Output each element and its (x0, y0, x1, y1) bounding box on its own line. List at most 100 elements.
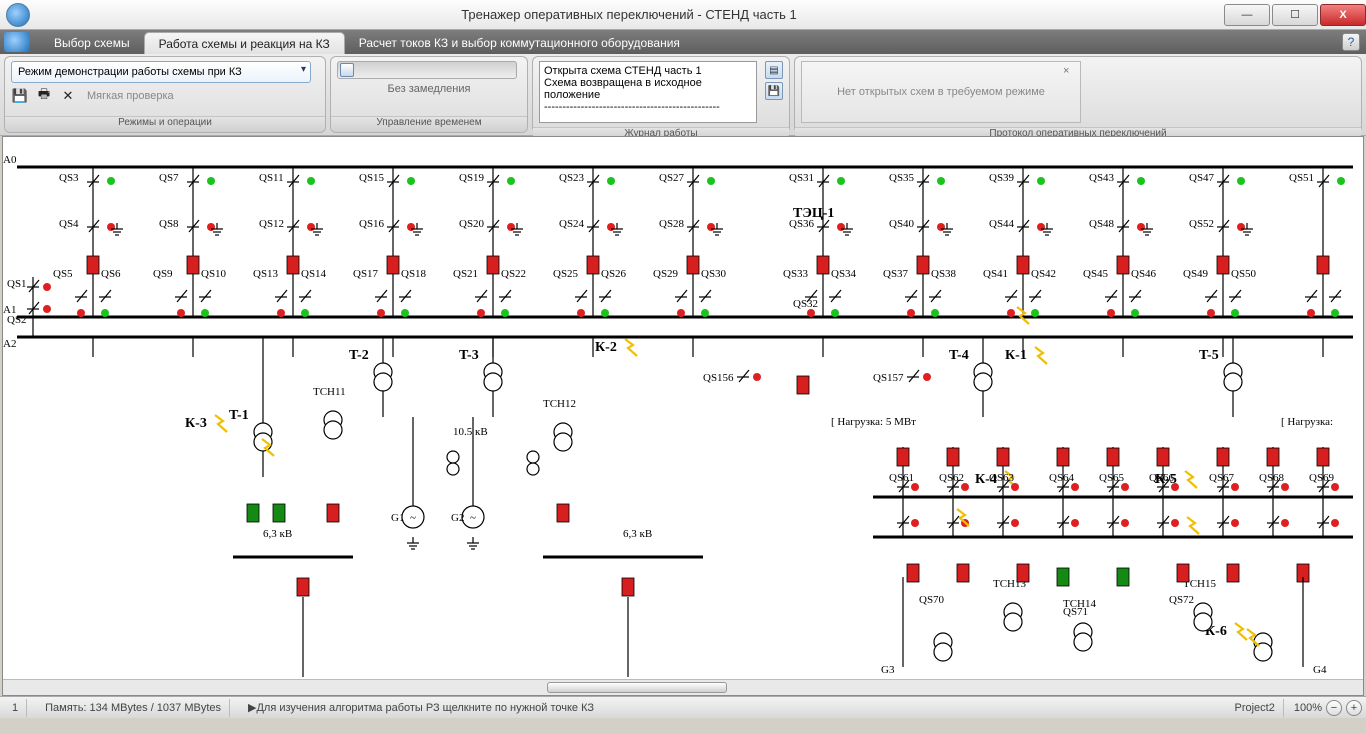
svg-text:QS30: QS30 (701, 268, 727, 280)
svg-text:QS65: QS65 (1099, 472, 1125, 484)
svg-text:QS62: QS62 (939, 472, 964, 484)
tab-scheme-select[interactable]: Выбор схемы (40, 32, 144, 54)
svg-text:[ Нагрузка:: [ Нагрузка: (1281, 416, 1333, 428)
zoom-value: 100% (1294, 702, 1322, 714)
log-line: Открыта схема СТЕНД часть 1 (544, 65, 752, 77)
status-bar: 1 Память: 134 MBytes / 1037 MBytes ▶ Для… (0, 696, 1366, 718)
svg-text:QS17: QS17 (353, 268, 379, 280)
svg-text:QS39: QS39 (989, 172, 1015, 184)
svg-text:T-1: T-1 (229, 408, 249, 423)
protocol-box: Нет открытых схем в требуемом режиме × (801, 61, 1081, 123)
svg-text:К-1: К-1 (1005, 348, 1027, 363)
svg-text:QS4: QS4 (59, 218, 79, 230)
window-close-button[interactable]: X (1320, 4, 1366, 26)
svg-text:~: ~ (410, 512, 416, 524)
tab-fault-calc[interactable]: Расчет токов КЗ и выбор коммутационного … (345, 32, 694, 54)
app-icon (6, 3, 30, 27)
svg-text:QS63: QS63 (989, 472, 1015, 484)
svg-text:QS156: QS156 (703, 372, 734, 384)
svg-text:QS16: QS16 (359, 218, 385, 230)
scrollbar-thumb[interactable] (547, 682, 727, 693)
protocol-text: Нет открытых схем в требуемом режиме (837, 86, 1045, 98)
svg-text:QS3: QS3 (59, 172, 79, 184)
log-line: ----------------------------------------… (544, 101, 752, 113)
panel-modes-title: Режимы и операции (5, 116, 325, 132)
status-hint: Для изучения алгоритма работы РЗ щелкнит… (256, 702, 594, 714)
speed-slider[interactable] (337, 61, 517, 79)
log-expand-button[interactable]: ▤ (765, 61, 783, 79)
svg-text:QS43: QS43 (1089, 172, 1115, 184)
tab-scheme-reaction[interactable]: Работа схемы и реакция на КЗ (144, 32, 345, 54)
svg-text:QS27: QS27 (659, 172, 685, 184)
svg-text:QS15: QS15 (359, 172, 385, 184)
svg-text:QS47: QS47 (1189, 172, 1215, 184)
svg-text:6,3 кВ: 6,3 кВ (263, 528, 292, 540)
mode-combo[interactable]: Режим демонстрации работы схемы при КЗ (11, 61, 311, 83)
panel-protocol: Нет открытых схем в требуемом режиме × П… (794, 56, 1362, 133)
status-memory: Память: 134 MBytes / 1037 MBytes (37, 699, 230, 717)
print-icon[interactable]: 🖶 (35, 87, 53, 105)
svg-text:QS38: QS38 (931, 268, 957, 280)
svg-text:QS33: QS33 (783, 268, 809, 280)
svg-text:QS46: QS46 (1131, 268, 1157, 280)
svg-text:G4: G4 (1313, 664, 1327, 676)
svg-text:QS18: QS18 (401, 268, 427, 280)
log-textbox[interactable]: Открыта схема СТЕНД часть 1 Схема возвра… (539, 61, 757, 123)
window-title: Тренажер оперативных переключений - СТЕН… (36, 7, 1222, 22)
log-save-button[interactable]: 💾 (765, 82, 783, 100)
svg-text:QS2: QS2 (7, 314, 27, 326)
svg-text:~: ~ (470, 512, 476, 524)
svg-text:QS44: QS44 (989, 218, 1015, 230)
window-titlebar: Тренажер оперативных переключений - СТЕН… (0, 0, 1366, 30)
status-project[interactable]: Project2 (1227, 699, 1284, 717)
svg-text:QS10: QS10 (201, 268, 227, 280)
svg-text:QS37: QS37 (883, 268, 909, 280)
svg-text:QS9: QS9 (153, 268, 173, 280)
svg-text:QS49: QS49 (1183, 268, 1209, 280)
status-page: 1 (4, 699, 27, 717)
svg-text:QS42: QS42 (1031, 268, 1056, 280)
panel-time-title: Управление временем (331, 116, 527, 132)
horizontal-scrollbar[interactable] (3, 679, 1363, 695)
svg-text:T-4: T-4 (949, 348, 969, 363)
svg-text:QS45: QS45 (1083, 268, 1109, 280)
svg-text:[ Нагрузка: 5 МВт: [ Нагрузка: 5 МВт (831, 416, 916, 428)
save-icon[interactable]: 💾 (11, 87, 29, 105)
svg-text:QS52: QS52 (1189, 218, 1214, 230)
svg-text:QS67: QS67 (1209, 472, 1235, 484)
svg-text:QS21: QS21 (453, 268, 478, 280)
svg-text:QS66: QS66 (1149, 472, 1175, 484)
svg-text:QS68: QS68 (1259, 472, 1285, 484)
svg-text:QS11: QS11 (259, 172, 284, 184)
svg-text:QS48: QS48 (1089, 218, 1115, 230)
svg-text:QS34: QS34 (831, 268, 857, 280)
svg-text:A2: A2 (3, 338, 16, 350)
svg-text:QS13: QS13 (253, 268, 279, 280)
zoom-out-button[interactable]: − (1326, 700, 1342, 716)
app-menu-button[interactable] (4, 32, 30, 52)
svg-text:QS50: QS50 (1231, 268, 1257, 280)
svg-text:QS64: QS64 (1049, 472, 1075, 484)
svg-text:QS35: QS35 (889, 172, 915, 184)
svg-text:QS36: QS36 (789, 218, 815, 230)
single-line-diagram[interactable]: .bus { stroke: #000; stroke-width: 3; } … (3, 137, 1364, 677)
zoom-in-button[interactable]: + (1346, 700, 1362, 716)
svg-text:A0: A0 (3, 154, 17, 166)
svg-text:QS61: QS61 (889, 472, 914, 484)
svg-text:T-3: T-3 (459, 348, 479, 363)
svg-text:T-2: T-2 (349, 348, 369, 363)
help-button[interactable]: ? (1342, 33, 1360, 51)
svg-text:QS20: QS20 (459, 218, 485, 230)
delete-icon[interactable]: ✕ (59, 87, 77, 105)
svg-text:QS24: QS24 (559, 218, 585, 230)
slider-thumb[interactable] (340, 63, 354, 77)
svg-text:QS28: QS28 (659, 218, 685, 230)
svg-text:QS6: QS6 (101, 268, 121, 280)
window-maximize-button[interactable]: ☐ (1272, 4, 1318, 26)
svg-text:QS70: QS70 (919, 594, 945, 606)
main-tabs: Выбор схемы Работа схемы и реакция на КЗ… (0, 30, 1366, 54)
window-minimize-button[interactable]: — (1224, 4, 1270, 26)
protocol-close-button[interactable]: × (1063, 65, 1077, 79)
svg-text:QS7: QS7 (159, 172, 179, 184)
scheme-canvas[interactable]: .bus { stroke: #000; stroke-width: 3; } … (2, 136, 1364, 696)
